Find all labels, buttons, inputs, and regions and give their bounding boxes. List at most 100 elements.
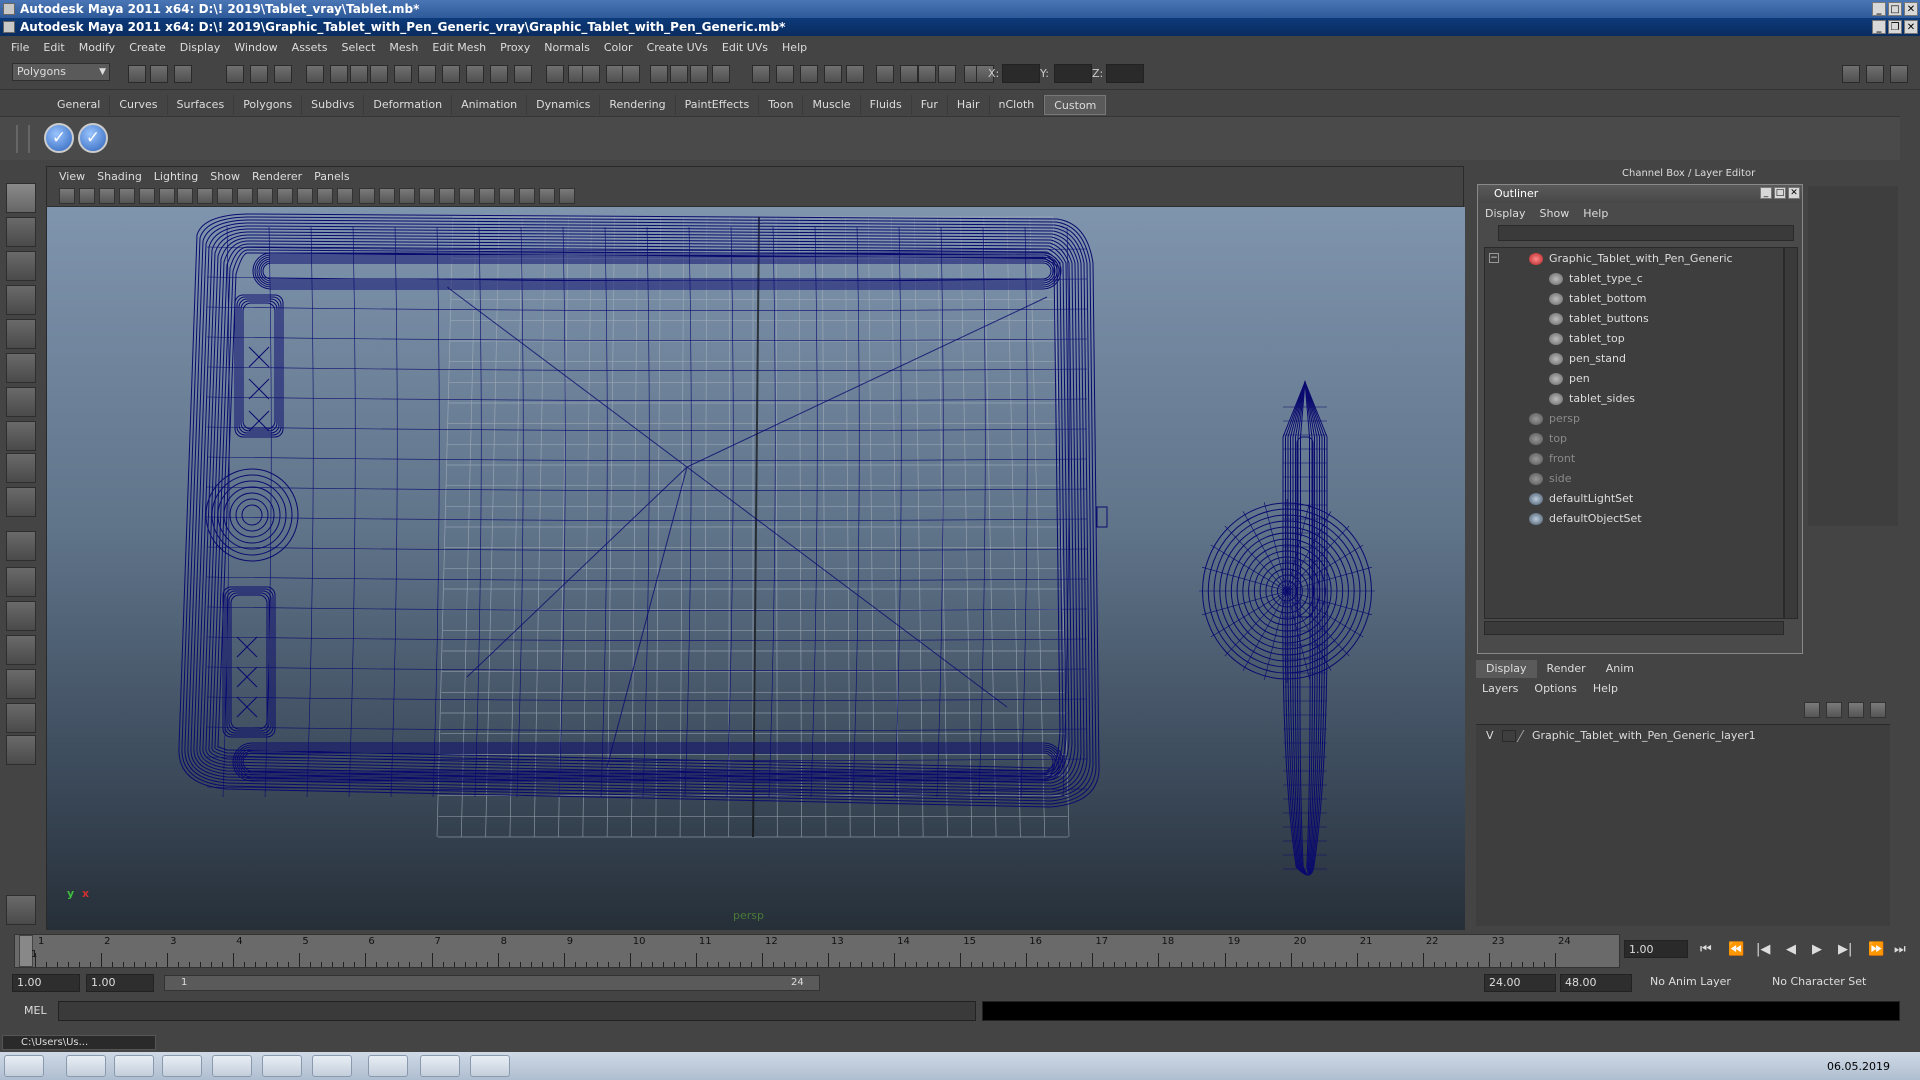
outliner-item-persp[interactable]: persp — [1485, 410, 1785, 428]
viewport-tool-3-icon[interactable] — [99, 188, 115, 204]
viewport-tool-24-icon[interactable] — [519, 188, 535, 204]
layer-tab-anim[interactable]: Anim — [1596, 660, 1644, 678]
network-task-icon[interactable] — [312, 1055, 352, 1077]
command-language-label[interactable]: MEL — [24, 1004, 47, 1017]
outliner-item-tablet-sides[interactable]: tablet_sides — [1485, 390, 1785, 408]
manipulator-icon[interactable] — [6, 387, 36, 417]
hotbox-icon[interactable] — [6, 895, 36, 925]
shelf-tab-curves[interactable]: Curves — [110, 95, 168, 115]
status-tool-22-icon[interactable] — [650, 65, 668, 83]
minimize-button[interactable]: _ — [1872, 2, 1886, 16]
viewport-tool-15-icon[interactable] — [337, 188, 353, 204]
play-backwards-icon[interactable]: ◀ — [1786, 942, 1796, 957]
play-forwards-icon[interactable]: ▶ — [1812, 942, 1822, 957]
playback-end-field[interactable]: 24.00 — [1484, 974, 1556, 992]
tablet-wireframe[interactable] — [178, 213, 1108, 808]
inner-restore-button[interactable]: ❐ — [1888, 20, 1902, 34]
viewport-menu-shading[interactable]: Shading — [91, 170, 148, 183]
anim-layer-selector[interactable]: No Anim Layer — [1646, 974, 1746, 992]
status-tool-21-icon[interactable] — [622, 65, 640, 83]
status-tool-25-icon[interactable] — [712, 65, 730, 83]
paint-select-icon[interactable] — [6, 251, 36, 281]
status-tool-33-icon[interactable] — [918, 65, 936, 83]
command-input[interactable] — [58, 1001, 976, 1021]
outliner-menu-show[interactable]: Show — [1533, 205, 1577, 223]
viewport-tool-9-icon[interactable] — [217, 188, 233, 204]
layer-down-icon[interactable] — [1870, 702, 1886, 718]
menu-color[interactable]: Color — [597, 41, 640, 54]
layer-row[interactable]: V Graphic_Tablet_with_Pen_Generic_layer1 — [1476, 727, 1890, 745]
viewport-tool-14-icon[interactable] — [317, 188, 333, 204]
status-tool-26-icon[interactable] — [752, 65, 770, 83]
outliner-item-pen-stand[interactable]: pen_stand — [1485, 350, 1785, 368]
layer-visibility-toggle[interactable]: V — [1486, 727, 1494, 745]
menu-select[interactable]: Select — [334, 41, 382, 54]
shelf-handle-icon[interactable] — [16, 125, 30, 153]
firefox-task-icon[interactable] — [66, 1055, 106, 1077]
status-tool-9-icon[interactable] — [350, 65, 368, 83]
shelf-tab-deformation[interactable]: Deformation — [364, 95, 453, 115]
status-tool-5-icon[interactable] — [250, 65, 268, 83]
menu-set-selector[interactable]: Polygons ▼ — [12, 63, 110, 81]
menu-create-uvs[interactable]: Create UVs — [640, 41, 715, 54]
scene-view[interactable]: y x persp — [47, 207, 1465, 931]
channel-box-toggle-icon[interactable] — [1866, 65, 1884, 83]
outliner-item-front[interactable]: front — [1485, 450, 1785, 468]
step-back-key-icon[interactable]: |◀ — [1756, 942, 1770, 957]
viewport-tool-18-icon[interactable] — [399, 188, 415, 204]
viewport-tool-7-icon[interactable] — [177, 188, 193, 204]
move-tool-icon[interactable] — [6, 285, 36, 315]
menu-modify[interactable]: Modify — [72, 41, 122, 54]
menu-edit[interactable]: Edit — [36, 41, 71, 54]
terminal-task-icon[interactable] — [114, 1055, 154, 1077]
outliner-item-tablet-bottom[interactable]: tablet_bottom — [1485, 290, 1785, 308]
z-field[interactable] — [1106, 64, 1144, 83]
status-tool-10-icon[interactable] — [370, 65, 388, 83]
persp-graph-layout-icon[interactable] — [6, 635, 36, 665]
layout-options-icon[interactable] — [6, 735, 36, 765]
status-tool-31-icon[interactable] — [876, 65, 894, 83]
outliner-item-defaultlightset[interactable]: defaultLightSet — [1485, 490, 1785, 508]
soft-mod-icon[interactable] — [6, 421, 36, 451]
shelf-tab-subdivs[interactable]: Subdivs — [302, 95, 365, 115]
inner-close-button[interactable]: ✕ — [1904, 20, 1918, 34]
shelf-tab-toon[interactable]: Toon — [759, 95, 804, 115]
four-pane-layout-icon[interactable] — [6, 567, 36, 597]
new-layer-icon[interactable] — [1804, 702, 1820, 718]
menu-create[interactable]: Create — [122, 41, 173, 54]
step-back-icon[interactable]: ⏪ — [1728, 942, 1744, 957]
select-tool-icon[interactable] — [6, 183, 36, 213]
viewport-tool-8-icon[interactable] — [197, 188, 213, 204]
status-tool-11-icon[interactable] — [394, 65, 412, 83]
menu-window[interactable]: Window — [227, 41, 284, 54]
layer-type-toggle[interactable] — [1502, 730, 1516, 742]
menu-display[interactable]: Display — [173, 41, 228, 54]
status-tool-1-icon[interactable] — [128, 65, 146, 83]
shelf-tab-rendering[interactable]: Rendering — [600, 95, 676, 115]
outliner-horizontal-scrollbar[interactable] — [1484, 621, 1784, 635]
show-manipulator-icon[interactable] — [6, 453, 36, 483]
status-tool-28-icon[interactable] — [800, 65, 818, 83]
browser-task-icon[interactable] — [212, 1055, 252, 1077]
viewport-tool-5-icon[interactable] — [139, 188, 155, 204]
status-tool-30-icon[interactable] — [846, 65, 864, 83]
outliner-filter-field[interactable] — [1498, 225, 1794, 241]
rotate-tool-icon[interactable] — [6, 319, 36, 349]
viewport-tool-11-icon[interactable] — [257, 188, 273, 204]
viewport-tool-22-icon[interactable] — [479, 188, 495, 204]
viewport-tool-13-icon[interactable] — [297, 188, 313, 204]
viewport-tool-1-icon[interactable] — [59, 188, 75, 204]
layer-up-icon[interactable] — [1848, 702, 1864, 718]
new-layer-selected-icon[interactable] — [1826, 702, 1842, 718]
menu-edit-uvs[interactable]: Edit UVs — [715, 41, 775, 54]
monitor-task-icon[interactable] — [162, 1055, 202, 1077]
viewport-tool-20-icon[interactable] — [439, 188, 455, 204]
pen-stand-wireframe[interactable] — [1199, 499, 1375, 683]
layer-menu-help[interactable]: Help — [1585, 680, 1626, 698]
photoshop-task-icon[interactable] — [262, 1055, 302, 1077]
chrome-task-icon[interactable] — [470, 1055, 510, 1077]
menu-help[interactable]: Help — [775, 41, 814, 54]
shelf-tab-painteffects[interactable]: PaintEffects — [676, 95, 760, 115]
persp-layer-layout-icon[interactable] — [6, 703, 36, 733]
outliner-item-side[interactable]: side — [1485, 470, 1785, 488]
